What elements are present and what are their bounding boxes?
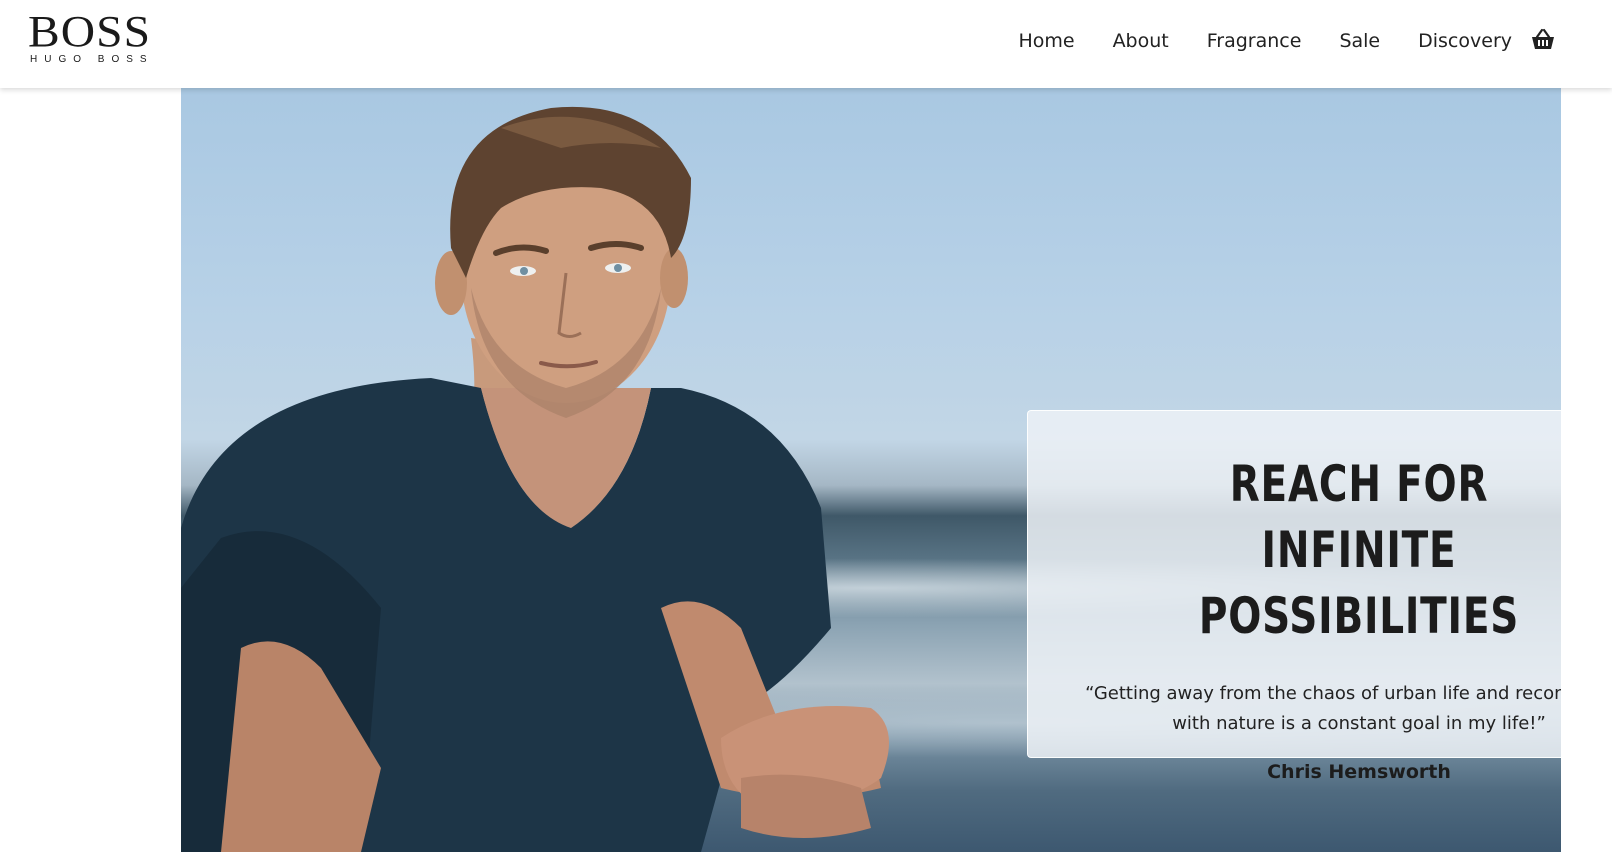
quote-author: Chris Hemsworth [1267,761,1451,783]
nav-discovery[interactable]: Discovery [1418,30,1512,52]
hero-title: REACH FOR INFINITE POSSIBILITIES [1198,455,1520,645]
hero-quote: “Getting away from the chaos of urban li… [1085,683,1561,734]
basket-icon[interactable] [1530,28,1556,52]
hero-banner: REACH FOR INFINITE POSSIBILITIES “Gettin… [181,88,1561,852]
nav-home[interactable]: Home [1018,30,1074,52]
nav-fragrance[interactable]: Fragrance [1207,30,1302,52]
nav-sale[interactable]: Sale [1339,30,1380,52]
quote-card: REACH FOR INFINITE POSSIBILITIES “Gettin… [1027,410,1561,783]
site-header: BOSS HUGO BOSS Home About Fragrance Sale… [0,0,1612,88]
boss-logo[interactable]: BOSS HUGO BOSS [28,10,168,70]
main-nav: Home About Fragrance Sale Discovery [980,0,1512,82]
nav-about[interactable]: About [1113,30,1169,52]
logo-wordmark: BOSS [28,7,152,56]
model-photo [181,106,889,852]
